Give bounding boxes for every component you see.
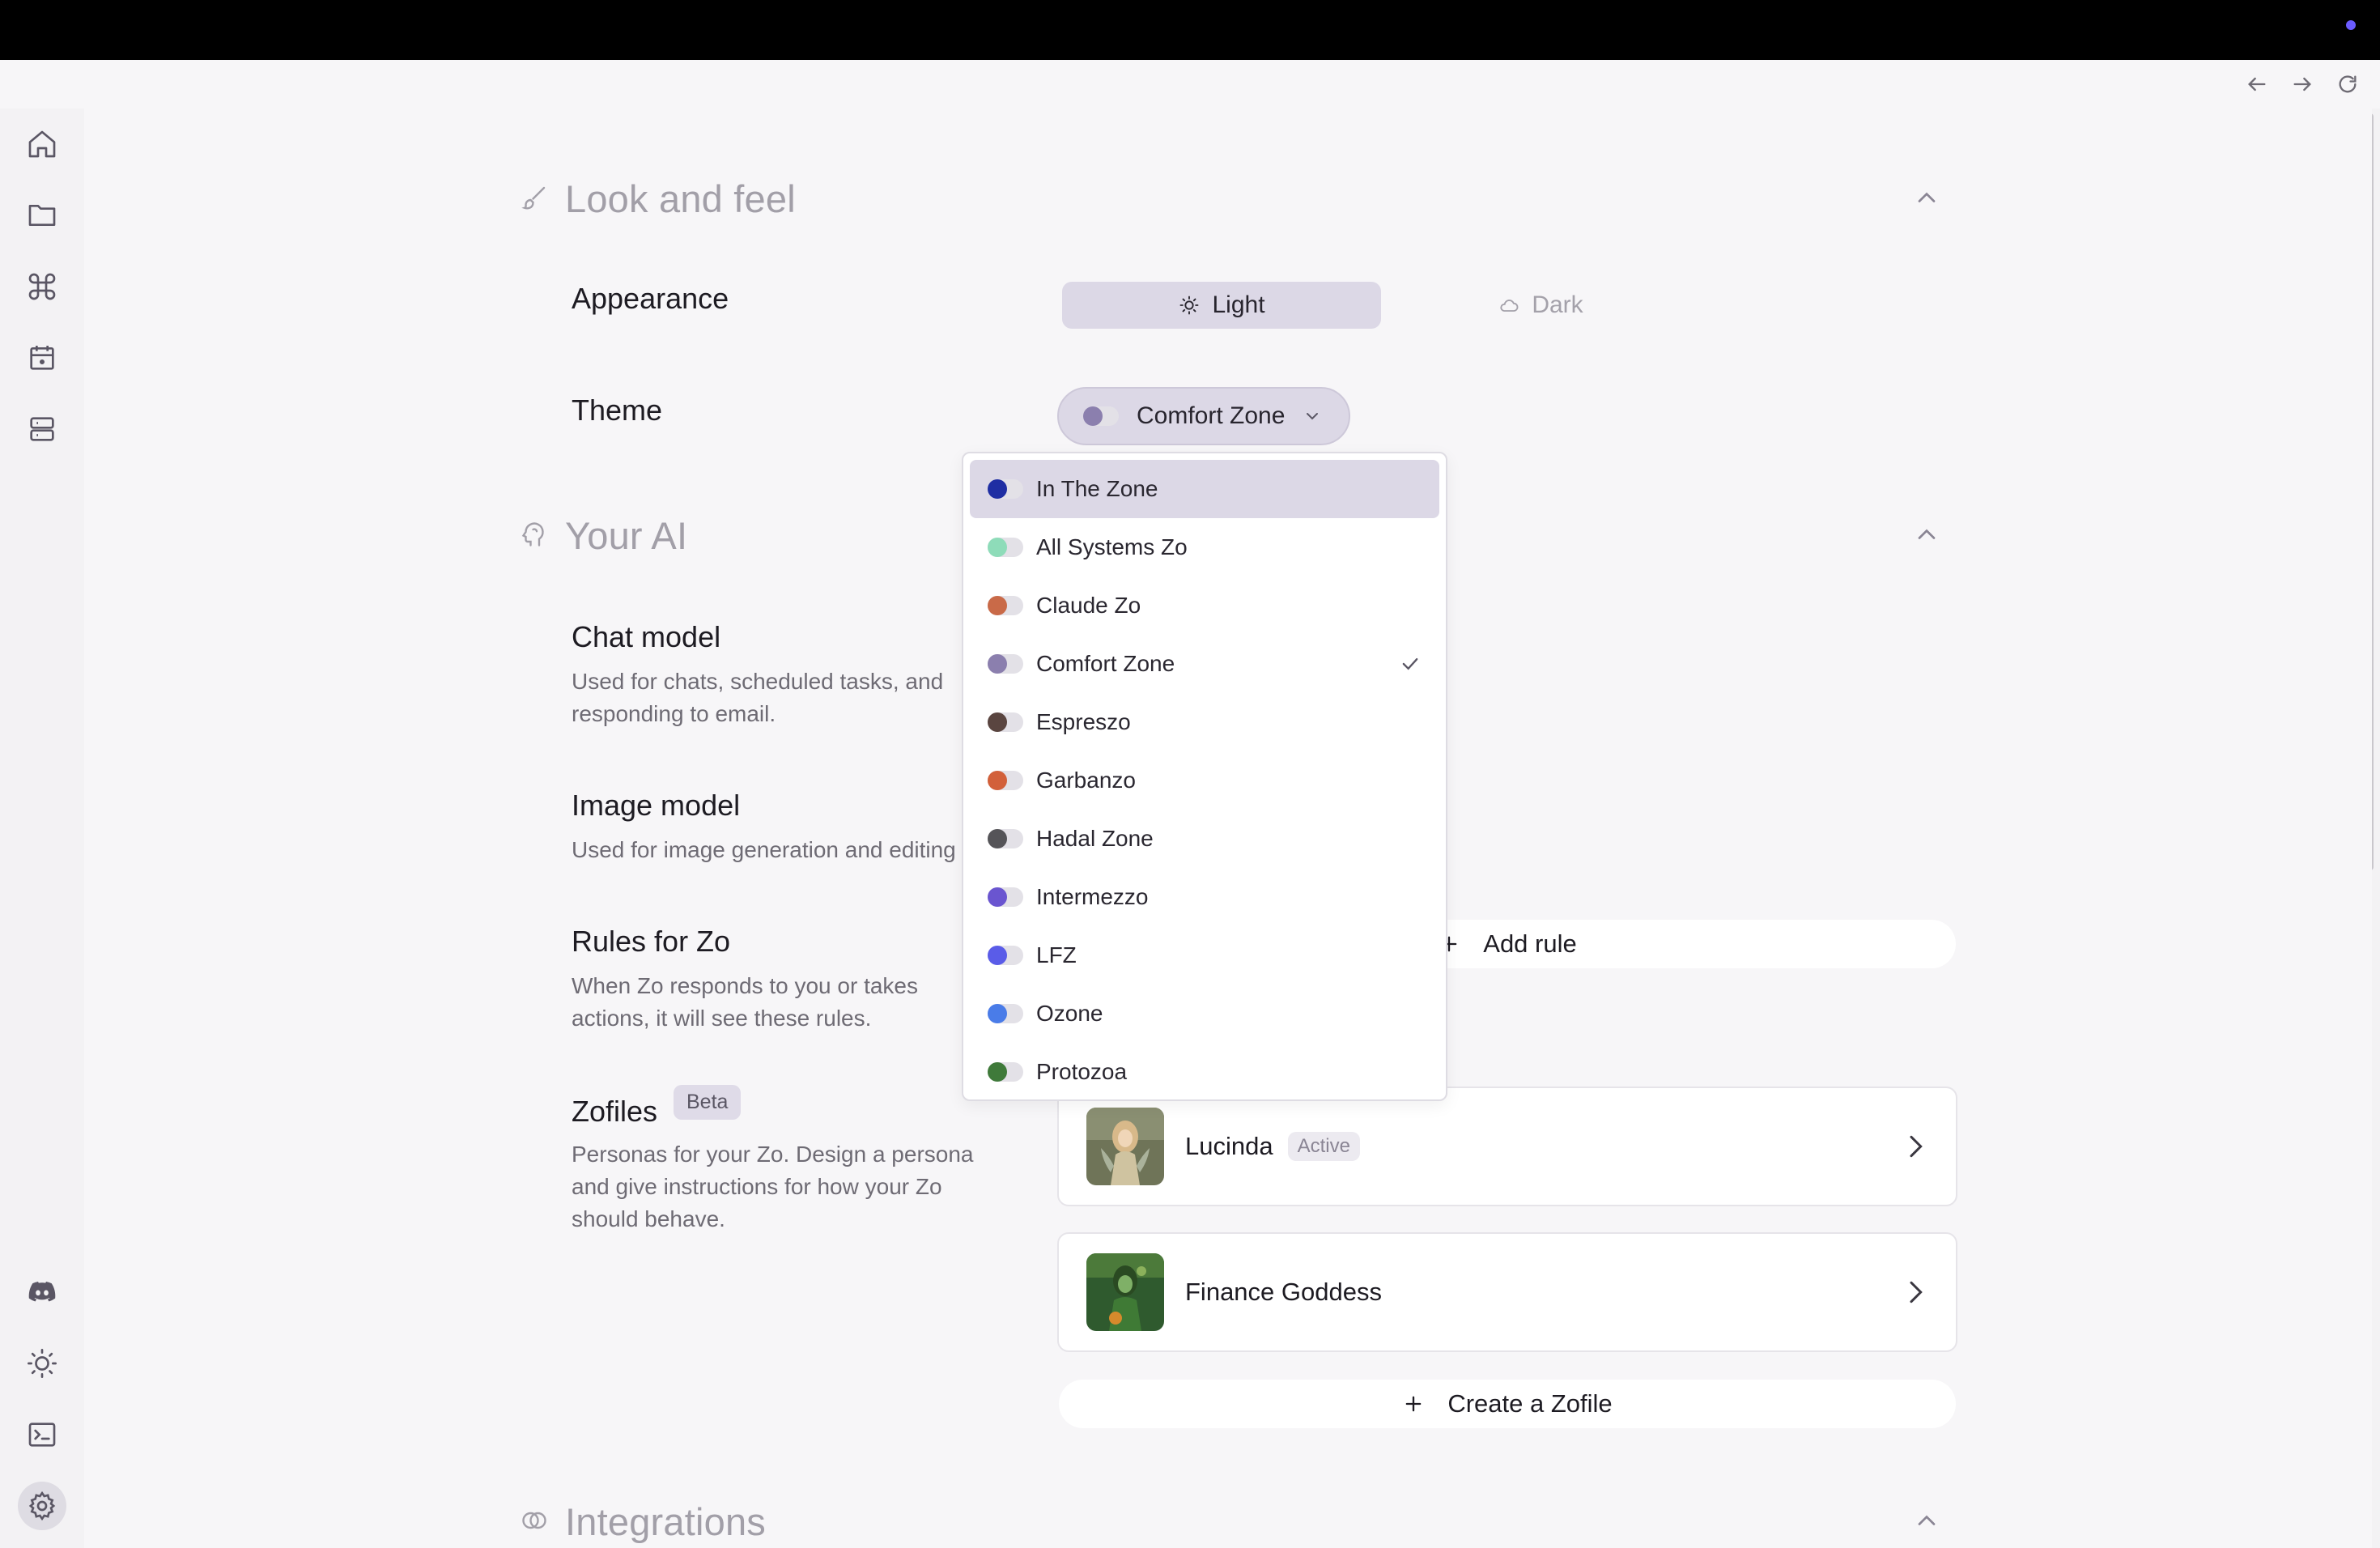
theme-option-label: All Systems Zo: [1036, 534, 1188, 559]
browser-navbar: [0, 60, 2380, 108]
section-title-look-and-feel: Look and feel: [565, 177, 796, 220]
theme-label: Theme: [572, 393, 663, 427]
theme-color-swatch: [1083, 406, 1119, 426]
calendar-icon[interactable]: [18, 334, 66, 382]
theme-option-label: Intermezzo: [1036, 884, 1149, 909]
theme-option-label: Ozone: [1036, 1001, 1103, 1026]
sun-icon: [1180, 296, 1199, 315]
rules-desc-2: actions, it will see these rules.: [572, 1006, 872, 1031]
theme-option[interactable]: Hadal Zone: [970, 810, 1439, 868]
command-icon[interactable]: [18, 262, 66, 311]
theme-dropdown: In The Zone All Systems Zo Claude Zo Comfor…: [962, 452, 1447, 1101]
theme-option[interactable]: Intermezzo: [970, 868, 1439, 926]
active-badge: Active: [1287, 1132, 1360, 1161]
plus-icon: [1402, 1393, 1425, 1415]
zofiles-desc-3: should behave.: [572, 1206, 725, 1231]
chevron-up-icon[interactable]: [1912, 1506, 1941, 1535]
theme-option-label: Garbanzo: [1036, 768, 1136, 793]
forward-arrow-icon[interactable]: [2288, 70, 2317, 99]
theme-option-label: Claude Zo: [1036, 593, 1141, 618]
reload-icon[interactable]: [2333, 70, 2362, 99]
terminal-icon[interactable]: [18, 1410, 66, 1459]
beta-badge: Beta: [674, 1085, 742, 1120]
create-zofile-label: Create a Zofile: [1447, 1389, 1613, 1418]
theme-color-swatch: [988, 479, 1023, 499]
brush-icon: [521, 186, 546, 210]
gear-icon[interactable]: [18, 1482, 66, 1530]
brain-head-icon: [521, 522, 544, 546]
theme-option-label: Protozoa: [1036, 1059, 1128, 1084]
theme-option[interactable]: All Systems Zo: [970, 518, 1439, 576]
image-model-label: Image model: [572, 789, 741, 822]
theme-option-label: In The Zone: [1036, 476, 1158, 501]
appearance-label: Appearance: [572, 282, 729, 315]
zofiles-desc-2: and give instructions for how your Zo: [572, 1174, 942, 1199]
zofile-card-lucinda[interactable]: Lucinda Active: [1057, 1087, 1957, 1206]
theme-select[interactable]: Comfort Zone: [1057, 387, 1350, 445]
zofile-name: Finance Goddess: [1185, 1278, 1382, 1306]
zofiles-label: Zofiles: [572, 1095, 658, 1128]
chevron-up-icon[interactable]: [1912, 520, 1941, 549]
status-dot: [2346, 20, 2356, 30]
appearance-dark-label: Dark: [1532, 291, 1583, 318]
create-zofile-button[interactable]: Create a Zofile: [1059, 1380, 1956, 1428]
section-title-integrations: Integrations: [565, 1500, 767, 1543]
sun-icon[interactable]: [18, 1339, 66, 1388]
theme-option-label: Hadal Zone: [1036, 826, 1154, 851]
sidebar: [0, 108, 84, 1548]
rules-desc-1: When Zo responds to you or takes: [572, 973, 918, 998]
rules-label: Rules for Zo: [572, 925, 731, 958]
chat-model-desc-2: responding to email.: [572, 701, 776, 726]
add-rule-label: Add rule: [1483, 929, 1577, 958]
server-icon[interactable]: [18, 405, 66, 453]
persona-avatar: [1086, 1253, 1164, 1331]
chevron-right-icon: [1910, 1281, 1923, 1303]
back-arrow-icon[interactable]: [2242, 70, 2272, 99]
integrations-icon: [522, 1512, 546, 1529]
chat-model-label: Chat model: [572, 620, 721, 653]
theme-option-label: Espreszo: [1036, 709, 1131, 734]
image-model-desc: Used for image generation and editing: [572, 837, 956, 862]
appearance-light-label: Light: [1212, 291, 1265, 318]
theme-color-swatch: [988, 596, 1023, 615]
zofile-name: Lucinda: [1185, 1132, 1273, 1160]
window-titlebar: [0, 0, 2380, 60]
theme-color-swatch: [988, 1004, 1023, 1023]
theme-option-label: LFZ: [1036, 942, 1077, 968]
theme-color-swatch: [988, 829, 1023, 848]
theme-color-swatch: [988, 1062, 1023, 1082]
zofiles-desc-1: Personas for your Zo. Design a persona: [572, 1142, 974, 1167]
discord-icon[interactable]: [18, 1268, 66, 1316]
section-title-your-ai: Your AI: [565, 514, 688, 557]
moon-cloud-icon: [1500, 300, 1519, 312]
theme-color-swatch: [988, 887, 1023, 907]
theme-color-swatch: [988, 654, 1023, 674]
zofile-card-finance-goddess[interactable]: Finance Goddess: [1057, 1232, 1957, 1352]
theme-option[interactable]: Claude Zo: [970, 576, 1439, 635]
chevron-up-icon[interactable]: [1912, 183, 1941, 212]
theme-option[interactable]: Espreszo: [970, 693, 1439, 751]
theme-color-swatch: [988, 946, 1023, 965]
theme-option-label: Comfort Zone: [1036, 651, 1175, 676]
theme-option[interactable]: Garbanzo: [970, 751, 1439, 810]
theme-option[interactable]: Protozoa: [970, 1043, 1439, 1101]
chevron-down-icon: [1307, 413, 1319, 420]
folder-icon[interactable]: [18, 191, 66, 240]
theme-color-swatch: [988, 771, 1023, 790]
theme-color-swatch: [988, 712, 1023, 732]
theme-option[interactable]: Ozone: [970, 985, 1439, 1043]
chat-model-desc-1: Used for chats, scheduled tasks, and: [572, 669, 944, 694]
theme-selected-label: Comfort Zone: [1137, 402, 1286, 429]
appearance-dark-button[interactable]: Dark: [1381, 282, 1700, 329]
chevron-right-icon: [1910, 1135, 1923, 1158]
theme-color-swatch: [988, 538, 1023, 557]
appearance-light-button[interactable]: Light: [1062, 282, 1381, 329]
theme-option[interactable]: Comfort Zone: [970, 635, 1439, 693]
theme-option[interactable]: In The Zone: [970, 460, 1439, 518]
persona-avatar: [1086, 1108, 1164, 1185]
checkmark-icon: [1402, 658, 1418, 670]
theme-option[interactable]: LFZ: [970, 926, 1439, 985]
home-icon[interactable]: [18, 120, 66, 168]
